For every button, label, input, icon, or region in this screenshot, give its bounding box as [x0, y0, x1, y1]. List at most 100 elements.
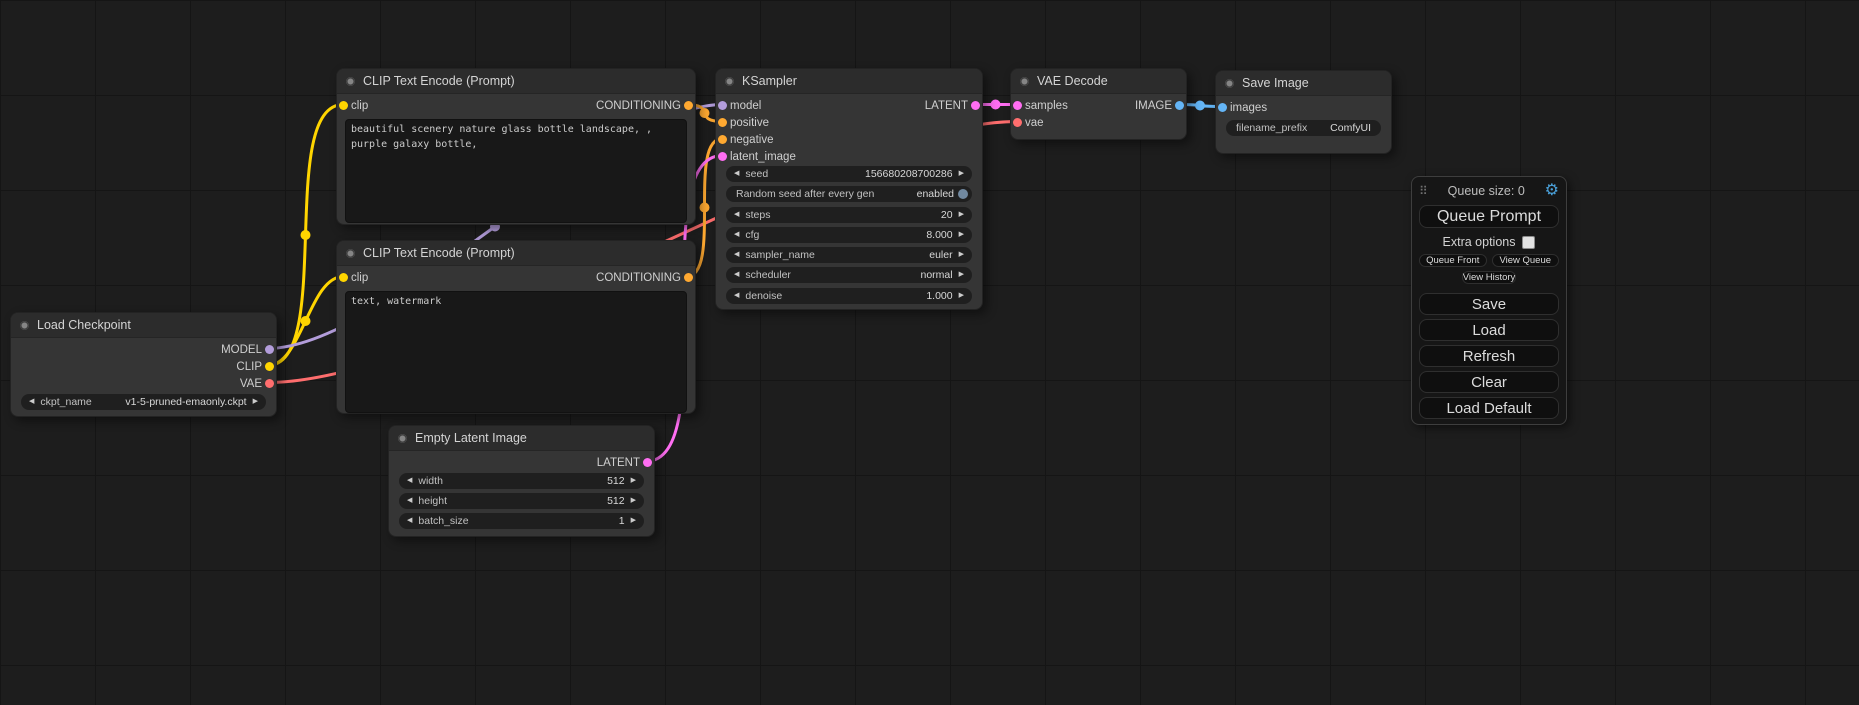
negative-prompt-textarea[interactable]: text, watermark [345, 291, 687, 413]
node-save-image[interactable]: Save Image images filename_prefix ComfyU… [1215, 70, 1392, 154]
collapse-dot-icon[interactable] [1020, 77, 1029, 86]
image-output-port[interactable] [1175, 101, 1184, 110]
collapse-dot-icon[interactable] [20, 321, 29, 330]
decrement-icon[interactable]: ◀ [405, 493, 414, 509]
increment-icon[interactable]: ▶ [957, 166, 966, 182]
save-button[interactable]: Save [1419, 293, 1559, 315]
decrement-icon[interactable]: ◀ [405, 513, 414, 529]
decrement-icon[interactable]: ◀ [732, 267, 741, 283]
node-title-bar[interactable]: VAE Decode [1011, 69, 1186, 94]
images-input-port[interactable] [1218, 103, 1227, 112]
increment-icon[interactable]: ▶ [629, 513, 638, 529]
view-history-button[interactable]: View History [1462, 271, 1517, 284]
node-empty-latent-image[interactable]: Empty Latent Image LATENT ◀ width 512 ▶ … [388, 425, 655, 537]
widget-value: 20 [941, 209, 953, 221]
load-checkpoint-output-port-model[interactable] [265, 345, 274, 354]
extra-options-checkbox[interactable] [1522, 236, 1535, 249]
node-title-bar[interactable]: KSampler [716, 69, 982, 94]
widget-label: seed [745, 168, 768, 180]
widget-denoise[interactable]: ◀ denoise 1.000 ▶ [726, 288, 972, 304]
collapse-dot-icon[interactable] [725, 77, 734, 86]
node-title-bar[interactable]: CLIP Text Encode (Prompt) [337, 69, 695, 94]
decrement-icon[interactable]: ◀ [732, 207, 741, 223]
output-label-image: IMAGE [1135, 100, 1172, 112]
decrement-icon[interactable]: ◀ [405, 473, 414, 489]
positive-input-port[interactable] [718, 118, 727, 127]
node-title-bar[interactable]: Empty Latent Image [389, 426, 654, 451]
link-midpoint-dot [301, 316, 311, 326]
queue-front-button[interactable]: Queue Front [1419, 254, 1487, 267]
load-checkpoint-output-port-vae[interactable] [265, 379, 274, 388]
link-midpoint-dot [700, 108, 710, 118]
node-clip-text-encode-negative[interactable]: CLIP Text Encode (Prompt) clip CONDITION… [336, 240, 696, 414]
widget-label: sampler_name [745, 249, 814, 261]
settings-gear-icon[interactable]: ⚙ [1545, 183, 1559, 199]
slot-row: images [1216, 99, 1391, 116]
input-label-latent-image: latent_image [730, 151, 796, 163]
vae-input-port[interactable] [1013, 118, 1022, 127]
decrement-icon[interactable]: ◀ [732, 288, 741, 304]
node-load-checkpoint[interactable]: Load Checkpoint MODEL CLIP VAE ◀ ckpt_na… [10, 312, 277, 417]
decrement-icon[interactable]: ◀ [732, 166, 741, 182]
widget-width[interactable]: ◀ width 512 ▶ [399, 473, 644, 489]
negative-input-port[interactable] [718, 135, 727, 144]
widget-random-seed-toggle[interactable]: Random seed after every gen enabled [726, 186, 972, 202]
conditioning-output-port[interactable] [684, 273, 693, 282]
widget-sampler-name[interactable]: ◀ sampler_name euler ▶ [726, 247, 972, 263]
widget-cfg[interactable]: ◀ cfg 8.000 ▶ [726, 227, 972, 243]
widget-steps[interactable]: ◀ steps 20 ▶ [726, 207, 972, 223]
refresh-button[interactable]: Refresh [1419, 345, 1559, 367]
widget-height[interactable]: ◀ height 512 ▶ [399, 493, 644, 509]
queue-buttons-row: Queue Front View Queue [1419, 254, 1559, 267]
increment-icon[interactable]: ▶ [957, 207, 966, 223]
widget-batch-size[interactable]: ◀ batch_size 1 ▶ [399, 513, 644, 529]
widget-value: 1.000 [926, 290, 952, 302]
samples-input-port[interactable] [1013, 101, 1022, 110]
latent-output-port[interactable] [971, 101, 980, 110]
increment-icon[interactable]: ▶ [957, 267, 966, 283]
widget-scheduler[interactable]: ◀ scheduler normal ▶ [726, 267, 972, 283]
queue-prompt-button[interactable]: Queue Prompt [1419, 205, 1559, 228]
input-label-vae: vae [1025, 117, 1044, 129]
increment-icon[interactable]: ▶ [957, 227, 966, 243]
view-queue-button[interactable]: View Queue [1492, 254, 1560, 267]
load-checkpoint-output-port-clip[interactable] [265, 362, 274, 371]
decrement-icon[interactable]: ◀ [732, 227, 741, 243]
conditioning-output-port[interactable] [684, 101, 693, 110]
node-ksampler[interactable]: KSampler model LATENT positive negative … [715, 68, 983, 310]
widget-seed[interactable]: ◀ seed 156680208700286 ▶ [726, 166, 972, 182]
node-title-bar[interactable]: Load Checkpoint [11, 313, 276, 338]
clip-input-port[interactable] [339, 273, 348, 282]
widget-ckpt-name[interactable]: ◀ ckpt_name v1-5-pruned-emaonly.ckpt ▶ [21, 394, 266, 410]
node-clip-text-encode-positive[interactable]: CLIP Text Encode (Prompt) clip CONDITION… [336, 68, 696, 225]
load-button[interactable]: Load [1419, 319, 1559, 341]
increment-icon[interactable]: ▶ [629, 493, 638, 509]
node-title-bar[interactable]: CLIP Text Encode (Prompt) [337, 241, 695, 266]
model-input-port[interactable] [718, 101, 727, 110]
load-default-button[interactable]: Load Default [1419, 397, 1559, 419]
slot-row: clip CONDITIONING [337, 97, 695, 114]
increment-icon[interactable]: ▶ [957, 247, 966, 263]
widget-label: height [418, 495, 447, 507]
positive-prompt-textarea[interactable]: beautiful scenery nature glass bottle la… [345, 119, 687, 223]
increment-icon[interactable]: ▶ [629, 473, 638, 489]
collapse-dot-icon[interactable] [346, 249, 355, 258]
collapse-dot-icon[interactable] [398, 434, 407, 443]
clear-button[interactable]: Clear [1419, 371, 1559, 393]
drag-handle-icon[interactable]: ⠿ [1419, 184, 1428, 198]
increment-icon[interactable]: ▶ [251, 394, 260, 410]
widget-label: ckpt_name [40, 396, 91, 408]
collapse-dot-icon[interactable] [1225, 79, 1234, 88]
clip-input-port[interactable] [339, 101, 348, 110]
seed-toggle-dot-icon[interactable] [958, 189, 968, 199]
node-vae-decode[interactable]: VAE Decode samples IMAGE vae [1010, 68, 1187, 140]
decrement-icon[interactable]: ◀ [732, 247, 741, 263]
decrement-icon[interactable]: ◀ [27, 394, 36, 410]
latent-output-port[interactable] [643, 458, 652, 467]
node-title-bar[interactable]: Save Image [1216, 71, 1391, 96]
increment-icon[interactable]: ▶ [957, 288, 966, 304]
latent-image-input-port[interactable] [718, 152, 727, 161]
widget-filename-prefix[interactable]: filename_prefix ComfyUI [1226, 120, 1381, 136]
node-body: MODEL CLIP VAE [11, 338, 276, 392]
collapse-dot-icon[interactable] [346, 77, 355, 86]
